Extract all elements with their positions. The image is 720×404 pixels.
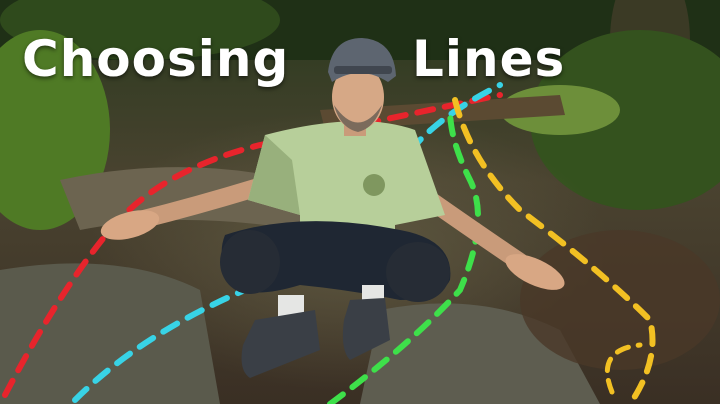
thumbnail: Choosing Lines — [0, 0, 720, 404]
trail-scene — [0, 0, 720, 404]
jersey-logo-icon — [363, 174, 385, 196]
helmet-visor — [334, 66, 392, 74]
right-knee-pad — [386, 242, 450, 302]
left-knee-pad — [220, 230, 280, 294]
rock-slab-left — [0, 263, 220, 404]
